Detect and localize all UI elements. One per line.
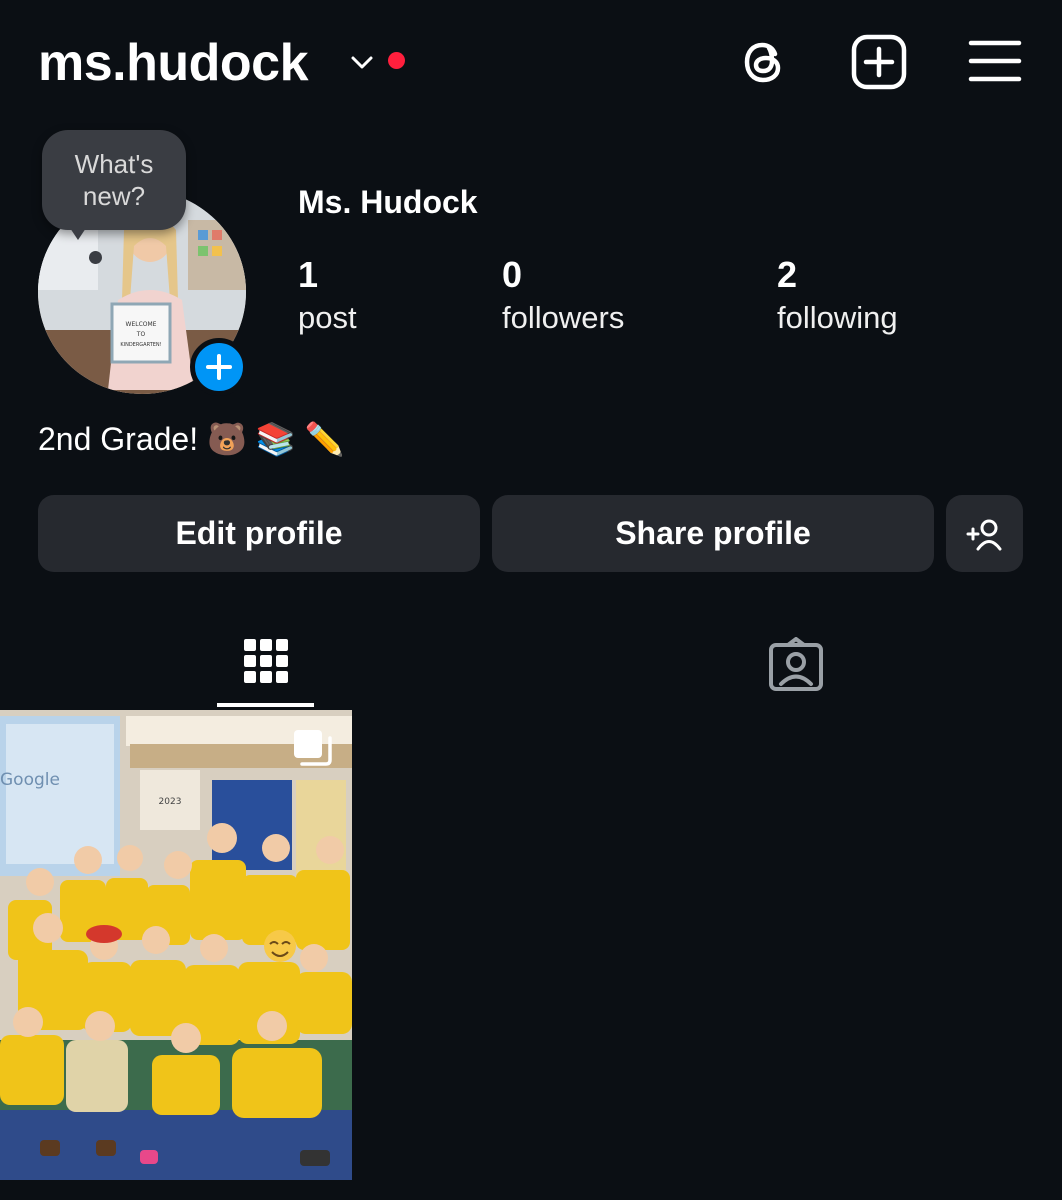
board-text: 2023 (159, 797, 182, 807)
svg-text:WELCOME: WELCOME (126, 321, 157, 328)
posts-count[interactable]: 1 (298, 254, 318, 296)
svg-text:TO: TO (136, 331, 146, 338)
new-post-icon[interactable] (851, 34, 907, 90)
add-person-icon (966, 519, 1001, 550)
note-bubble-tail (66, 222, 90, 240)
threads-icon[interactable] (737, 34, 793, 90)
share-profile-button[interactable]: Share profile (492, 495, 934, 572)
note-bubble[interactable]: What's new? (42, 130, 186, 230)
note-bubble-dot (89, 251, 102, 264)
profile-full-name: Ms. Hudock (298, 184, 478, 220)
notification-dot (388, 52, 405, 69)
class-photo-image: Google 2023 (0, 710, 352, 1180)
following-label[interactable]: following (777, 300, 898, 336)
menu-icon[interactable] (968, 34, 1024, 90)
followers-label[interactable]: followers (502, 300, 624, 336)
tab-tagged[interactable] (706, 620, 886, 710)
edit-profile-button[interactable]: Edit profile (38, 495, 480, 572)
tagged-icon (769, 637, 823, 691)
active-tab-indicator (217, 703, 314, 707)
screen-text: Google (0, 770, 60, 790)
grid-icon (244, 639, 288, 683)
chevron-down-icon[interactable] (348, 48, 376, 76)
profile-username[interactable]: ms.hudock (38, 28, 309, 98)
svg-text:KINDERGARTEN!: KINDERGARTEN! (120, 342, 161, 348)
add-story-button[interactable] (190, 338, 248, 396)
post-thumbnail[interactable]: Google 2023 (0, 710, 352, 1180)
plus-icon (206, 354, 232, 380)
discover-people-button[interactable] (946, 495, 1023, 572)
following-count[interactable]: 2 (777, 254, 797, 296)
posts-label[interactable]: post (298, 300, 357, 336)
profile-bio: 2nd Grade! 🐻 📚 ✏️ (38, 421, 345, 457)
tab-grid[interactable] (176, 620, 356, 710)
followers-count[interactable]: 0 (502, 254, 522, 296)
carousel-icon (294, 730, 332, 766)
